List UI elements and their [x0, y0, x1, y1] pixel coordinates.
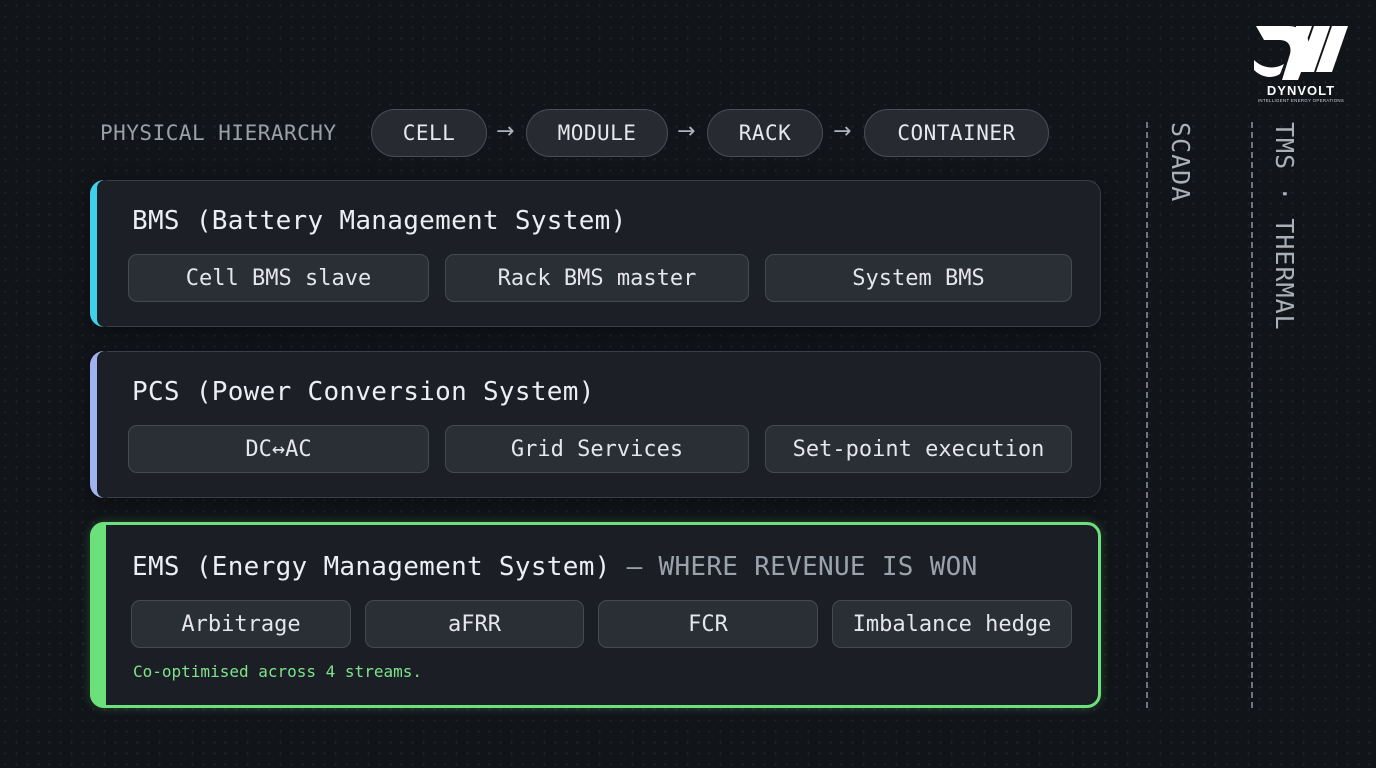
logo-mark-icon	[1254, 26, 1348, 80]
pcs-item-dc-ac: DC↔AC	[128, 425, 429, 473]
arrow-right-icon: →	[833, 119, 852, 144]
pcs-layer-card: PCS (Power Conversion System) DC↔AC Grid…	[90, 351, 1101, 498]
bms-item-system: System BMS	[765, 254, 1072, 302]
brand-logo: DYNVOLT INTELLIGENT ENERGY OPERATIONS	[1252, 24, 1350, 103]
brand-name: DYNVOLT	[1266, 83, 1336, 98]
arrow-right-icon: →	[677, 119, 696, 144]
brand-tagline: INTELLIGENT ENERGY OPERATIONS	[1257, 98, 1345, 103]
tms-thermal-label: TMS · THERMAL	[1270, 122, 1299, 331]
pcs-item-setpoint: Set-point execution	[765, 425, 1072, 473]
ems-layer-card: EMS (Energy Management System) — WHERE R…	[90, 522, 1101, 708]
tms-rail-line	[1251, 122, 1253, 708]
hierarchy-step-container: CONTAINER	[864, 109, 1049, 157]
scada-rail-line	[1146, 122, 1148, 708]
bms-item-rack-master: Rack BMS master	[445, 254, 749, 302]
pcs-item-grid-services: Grid Services	[445, 425, 749, 473]
ems-accent-bar	[90, 522, 106, 708]
ems-title: EMS (Energy Management System) — WHERE R…	[132, 552, 978, 582]
architecture-diagram: DYNVOLT INTELLIGENT ENERGY OPERATIONS PH…	[0, 0, 1376, 768]
ems-note: Co-optimised across 4 streams.	[133, 662, 422, 681]
hierarchy-step-rack: RACK	[707, 109, 823, 157]
bms-accent-bar	[90, 180, 107, 327]
hierarchy-step-module: MODULE	[526, 109, 668, 157]
ems-item-arbitrage: Arbitrage	[131, 600, 351, 648]
ems-item-fcr: FCR	[598, 600, 818, 648]
ems-item-afrr: aFRR	[365, 600, 584, 648]
hierarchy-label: PHYSICAL HIERARCHY	[100, 121, 337, 145]
arrow-right-icon: →	[496, 119, 515, 144]
hierarchy-step-cell: CELL	[371, 109, 487, 157]
bms-layer-card: BMS (Battery Management System) Cell BMS…	[90, 180, 1101, 327]
ems-title-main: EMS (Energy Management System)	[132, 552, 611, 582]
pcs-title: PCS (Power Conversion System)	[132, 377, 595, 407]
ems-item-imbalance-hedge: Imbalance hedge	[832, 600, 1072, 648]
scada-label: SCADA	[1166, 122, 1195, 203]
pcs-accent-bar	[90, 351, 107, 498]
bms-item-cell-slave: Cell BMS slave	[128, 254, 429, 302]
bms-title: BMS (Battery Management System)	[132, 206, 627, 236]
ems-title-highlight: — WHERE REVENUE IS WON	[626, 552, 978, 582]
